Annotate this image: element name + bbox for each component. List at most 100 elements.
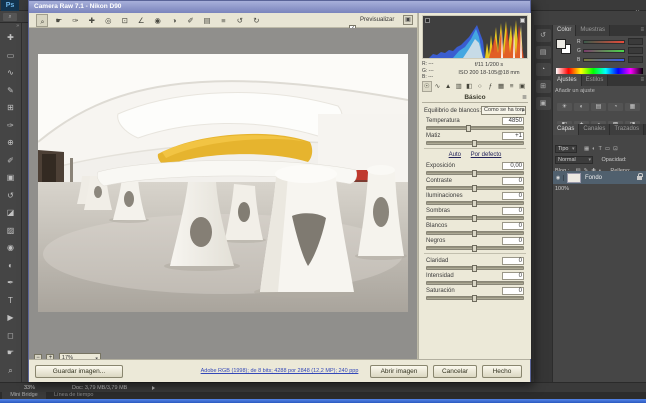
slider-value[interactable]: 0 <box>502 287 524 295</box>
tab-paths[interactable]: Trazados <box>610 124 644 135</box>
slider-track[interactable] <box>426 126 524 130</box>
exposure-adjustment-icon[interactable]: ◔ <box>608 103 623 111</box>
slider-thumb[interactable] <box>472 185 477 192</box>
red-eye-removal-tool[interactable]: ◑ <box>168 14 180 27</box>
gradient-tool[interactable]: ▨ <box>0 222 21 240</box>
slider-value[interactable]: +1 <box>502 132 524 140</box>
history-panel-icon[interactable]: ↺ <box>536 29 551 42</box>
tab-styles[interactable]: Estilos <box>582 75 609 86</box>
eraser-tool[interactable]: ◪ <box>0 204 21 222</box>
curves-adjustment-icon[interactable]: ▤ <box>591 103 606 111</box>
slider-thumb[interactable] <box>472 280 477 287</box>
spot-removal-tool[interactable]: ◉ <box>152 14 164 27</box>
move-tool[interactable]: ✚ <box>0 29 21 47</box>
slider-thumb[interactable] <box>472 215 477 222</box>
slider-track[interactable] <box>426 281 524 285</box>
straighten-tool[interactable]: ∠ <box>135 14 147 27</box>
blur-tool[interactable]: ◉ <box>0 239 21 257</box>
slider-value[interactable]: 0 <box>502 237 524 245</box>
tab-split-toning[interactable]: ◧ <box>464 81 474 92</box>
slider-thumb[interactable] <box>472 170 477 177</box>
tab-layers[interactable]: Capas <box>553 124 579 135</box>
preferences-button[interactable]: ≡ <box>217 14 229 27</box>
fullscreen-toggle-icon[interactable]: ▣ <box>403 15 413 25</box>
color-spectrum-bar[interactable] <box>556 68 643 74</box>
slider-thumb[interactable] <box>472 245 477 252</box>
slider-value[interactable]: 0 <box>502 207 524 215</box>
tab-tone-curve[interactable]: ∿ <box>433 81 443 92</box>
dialog-title[interactable]: Camera Raw 7.1 - Nikon D90 <box>29 1 530 13</box>
tab-mini-bridge[interactable]: Mini Bridge <box>2 392 46 399</box>
slider-value[interactable]: 0 <box>502 177 524 185</box>
shape-tool[interactable]: ◻ <box>0 327 21 345</box>
brightness-contrast-adjustment-icon[interactable]: ☀ <box>557 103 572 111</box>
zoom-level[interactable]: 33% <box>24 385 35 391</box>
slider-track[interactable] <box>426 296 524 300</box>
white-balance-tool[interactable]: ✑ <box>69 14 81 27</box>
tab-swatches[interactable]: Muestras <box>576 25 610 36</box>
slider-value[interactable]: 0,00 <box>502 162 524 170</box>
slider-track[interactable] <box>426 141 524 145</box>
dodge-tool[interactable]: ◐ <box>0 257 21 275</box>
tab-camera-calibration[interactable]: ▦ <box>496 81 506 92</box>
panel-menu-icon[interactable]: ≡ <box>640 25 646 36</box>
layer-row-background[interactable]: ◉ Fondo <box>553 171 646 184</box>
slider-value[interactable]: 0 <box>502 222 524 230</box>
fill-value[interactable]: 100% <box>555 186 569 192</box>
brush-tool[interactable]: ✐ <box>0 152 21 170</box>
eyedropper-tool[interactable]: ✑ <box>0 117 21 135</box>
slider-thumb[interactable] <box>466 125 471 132</box>
histogram[interactable] <box>422 15 528 59</box>
history-brush-tool[interactable]: ↺ <box>0 187 21 205</box>
tab-lens-corrections[interactable]: ○ <box>475 81 485 92</box>
vibrance-adjustment-icon[interactable]: ▦ <box>625 103 640 111</box>
auto-link[interactable]: Auto <box>449 152 461 158</box>
targeted-adjustment-tool[interactable]: ◎ <box>102 14 114 27</box>
tab-color[interactable]: Color <box>553 25 576 36</box>
red-channel-slider[interactable] <box>583 40 625 44</box>
hand-tool[interactable]: ☛ <box>0 344 21 362</box>
tab-channels[interactable]: Canales <box>579 124 610 135</box>
save-image-button[interactable]: Guardar imagen... <box>35 365 123 378</box>
blue-channel-value[interactable] <box>628 56 643 63</box>
slider-track[interactable] <box>426 171 524 175</box>
tab-effects[interactable]: ƒ <box>486 81 496 92</box>
red-channel-value[interactable] <box>628 38 643 45</box>
pen-tool[interactable]: ✒ <box>0 274 21 292</box>
color-sampler-tool[interactable]: ✚ <box>86 14 98 27</box>
slider-value[interactable]: 0 <box>502 272 524 280</box>
tool-preset-icon[interactable]: ⌕ <box>3 13 17 21</box>
slider-track[interactable] <box>426 246 524 250</box>
properties-panel-icon[interactable]: ▤ <box>536 46 551 59</box>
green-channel-value[interactable] <box>628 47 643 54</box>
graduated-filter-tool[interactable]: ▤ <box>201 14 213 27</box>
adjustment-brush-tool[interactable]: ✐ <box>185 14 197 27</box>
slider-value[interactable]: 0 <box>502 192 524 200</box>
foreground-color-swatch[interactable] <box>556 39 566 49</box>
tab-timeline[interactable]: Línea de tiempo <box>54 392 93 399</box>
photo-preview[interactable] <box>38 54 408 312</box>
slider-value[interactable]: 0 <box>502 257 524 265</box>
path-selection-tool[interactable]: ▶ <box>0 309 21 327</box>
tab-presets[interactable]: ≡ <box>507 81 517 92</box>
navigator-panel-icon[interactable]: ⊞ <box>536 80 551 93</box>
done-button[interactable]: Hecho <box>482 365 522 378</box>
clone-stamp-tool[interactable]: ▣ <box>0 169 21 187</box>
slider-value[interactable]: 4850 <box>502 117 524 125</box>
type-tool[interactable]: T <box>0 292 21 310</box>
zoom-tool[interactable]: ⌕ <box>0 362 21 380</box>
info-panel-icon[interactable]: ◔ <box>536 63 551 76</box>
slider-thumb[interactable] <box>472 265 477 272</box>
clone-source-panel-icon[interactable]: ▣ <box>536 97 551 110</box>
status-options-arrow-icon[interactable] <box>152 386 155 390</box>
windows-taskbar[interactable] <box>0 399 646 403</box>
blue-channel-slider[interactable] <box>583 58 625 62</box>
tab-detail[interactable]: ▲ <box>443 81 453 92</box>
tab-basic[interactable]: ☉ <box>422 81 432 92</box>
quick-selection-tool[interactable]: ✎ <box>0 82 21 100</box>
crop-tool[interactable]: ⊡ <box>119 14 131 27</box>
tab-adjustments[interactable]: Ajustes <box>553 75 582 86</box>
tab-hsl[interactable]: ▥ <box>454 81 464 92</box>
marquee-tool[interactable]: ▭ <box>0 47 21 65</box>
panel-menu-icon[interactable]: ≣ <box>522 94 527 101</box>
